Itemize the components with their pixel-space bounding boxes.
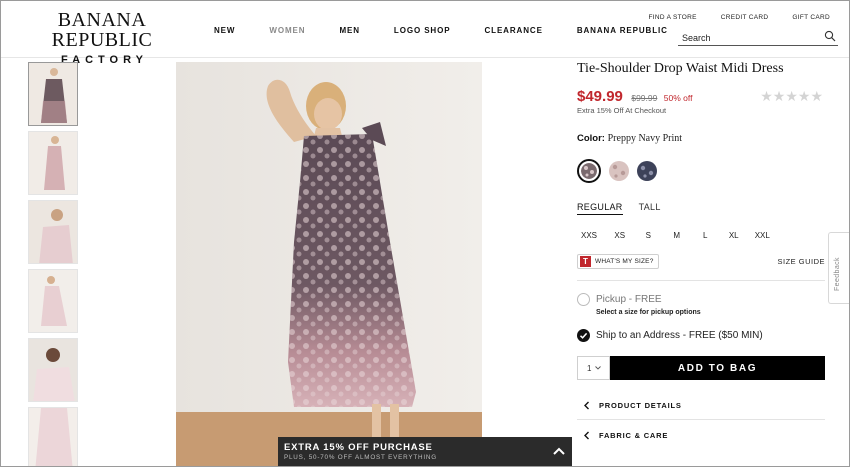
accordion-product-details[interactable]: PRODUCT DETAILS (577, 392, 825, 420)
size-xxs[interactable]: XXS (577, 231, 606, 240)
whats-my-size-label: WHAT'S MY SIZE? (595, 258, 654, 265)
size-s[interactable]: S (634, 231, 663, 240)
sale-price: $49.99 (577, 88, 623, 105)
site-header: BANANA REPUBLIC FACTORY NEW WOMEN MEN LO… (0, 0, 850, 66)
discount-percent: 50% off (663, 93, 693, 103)
promo-bar[interactable]: EXTRA 15% OFF PURCHASE PLUS, 50-70% OFF … (278, 437, 572, 467)
nav-men[interactable]: MEN (339, 26, 359, 35)
color-label: Color: (577, 133, 605, 144)
swatch-pattern-icon (637, 161, 657, 181)
check-icon (579, 332, 588, 339)
ship-label: Ship to an Address - FREE ($50 MIN) (596, 330, 763, 341)
product-title: Tie-Shoulder Drop Waist Midi Dress (577, 61, 784, 76)
nav-banana-republic[interactable]: BANANA REPUBLIC (577, 26, 668, 35)
add-to-bag-button[interactable]: ADD TO BAG (610, 356, 825, 380)
thumbnail-6[interactable] (28, 407, 78, 467)
swatch-pattern-icon (581, 163, 597, 179)
pickup-radio[interactable] (577, 293, 590, 306)
brand-logo-line1: BANANA REPUBLIC (51, 9, 153, 51)
color-row: Color: Preppy Navy Print (577, 133, 825, 144)
credit-card-link[interactable]: CREDIT CARD (721, 14, 769, 21)
chevron-up-icon[interactable] (552, 445, 566, 457)
thumbnail-3[interactable] (28, 200, 78, 264)
chevron-down-icon (595, 366, 602, 370)
size-m[interactable]: M (663, 231, 692, 240)
size-help-row: T WHAT'S MY SIZE? SIZE GUIDE (577, 254, 825, 270)
thumbnail-gallery (28, 62, 80, 467)
product-details-panel: Tie-Shoulder Drop Waist Midi Dress $49.9… (577, 60, 825, 450)
accordion-label: FABRIC & CARE (599, 430, 669, 440)
tab-tall[interactable]: TALL (639, 202, 661, 215)
nav-women[interactable]: WOMEN (269, 26, 305, 35)
size-xs[interactable]: XS (606, 231, 635, 240)
swatch-pattern-icon (609, 161, 629, 181)
chevron-left-icon (584, 401, 589, 410)
original-price: $99.99 (631, 93, 658, 103)
pickup-option[interactable]: Pickup - FREE (577, 293, 825, 306)
price-row: $49.99 $99.99 50% off ★★★★★ (577, 88, 825, 106)
ship-option[interactable]: Ship to an Address - FREE ($50 MIN) (577, 329, 825, 342)
fit-tabs: REGULAR TALL (577, 202, 825, 215)
thumbnail-2[interactable] (28, 131, 78, 195)
size-xxl[interactable]: XXL (748, 231, 777, 240)
color-swatches (577, 158, 825, 184)
size-l[interactable]: L (691, 231, 720, 240)
search-input[interactable] (678, 29, 818, 47)
accordion-label: PRODUCT DETAILS (599, 401, 682, 410)
main-nav: NEW WOMEN MEN LOGO SHOP CLEARANCE BANANA… (214, 26, 702, 35)
add-to-bag-row: 1 ADD TO BAG (577, 356, 825, 380)
promo-subtitle: PLUS, 50-70% OFF ALMOST EVERYTHING (284, 454, 437, 461)
quantity-select[interactable]: 1 (577, 356, 610, 380)
nav-new[interactable]: NEW (214, 26, 235, 35)
swatch-preppy-navy-print[interactable] (577, 159, 601, 183)
swatch-navy-print[interactable] (637, 161, 657, 181)
pickup-label: Pickup - FREE (596, 294, 662, 305)
star-rating[interactable]: ★★★★★ (760, 88, 823, 105)
size-selector: XXS XS S M L XL XXL (577, 231, 825, 240)
accordion-fabric-care[interactable]: FABRIC & CARE (577, 420, 825, 450)
feedback-tab[interactable]: Feedback (828, 232, 850, 304)
feedback-label: Feedback (834, 257, 841, 291)
ship-radio[interactable] (577, 329, 590, 342)
quantity-value: 1 (587, 363, 592, 373)
gift-card-link[interactable]: GIFT CARD (792, 14, 830, 21)
nav-logo-shop[interactable]: LOGO SHOP (394, 26, 451, 35)
find-store-link[interactable]: FIND A STORE (649, 14, 697, 21)
promo-title: EXTRA 15% OFF PURCHASE (284, 442, 433, 453)
brand-logo[interactable]: BANANA REPUBLIC FACTORY (12, 10, 192, 66)
search-icon[interactable] (824, 30, 836, 42)
thumbnail-4[interactable] (28, 269, 78, 333)
tab-regular[interactable]: REGULAR (577, 202, 623, 215)
true-fit-icon: T (580, 256, 591, 267)
utility-links: FIND A STORE CREDIT CARD GIFT CARD (625, 14, 831, 21)
color-name: Preppy Navy Print (607, 133, 683, 144)
pickup-note: Select a size for pickup options (596, 309, 701, 316)
whats-my-size-button[interactable]: T WHAT'S MY SIZE? (577, 254, 659, 269)
thumbnail-5[interactable] (28, 338, 78, 402)
size-guide-link[interactable]: SIZE GUIDE (777, 257, 825, 266)
size-xl[interactable]: XL (720, 231, 749, 240)
thumbnail-1[interactable] (28, 62, 78, 126)
divider (577, 280, 825, 281)
swatch-pink-print[interactable] (609, 161, 629, 181)
chevron-left-icon (584, 431, 589, 439)
extra-discount-note: Extra 15% Off At Checkout (577, 106, 667, 115)
search-bar (678, 28, 838, 47)
main-product-image[interactable] (176, 62, 482, 467)
nav-clearance[interactable]: CLEARANCE (484, 26, 542, 35)
